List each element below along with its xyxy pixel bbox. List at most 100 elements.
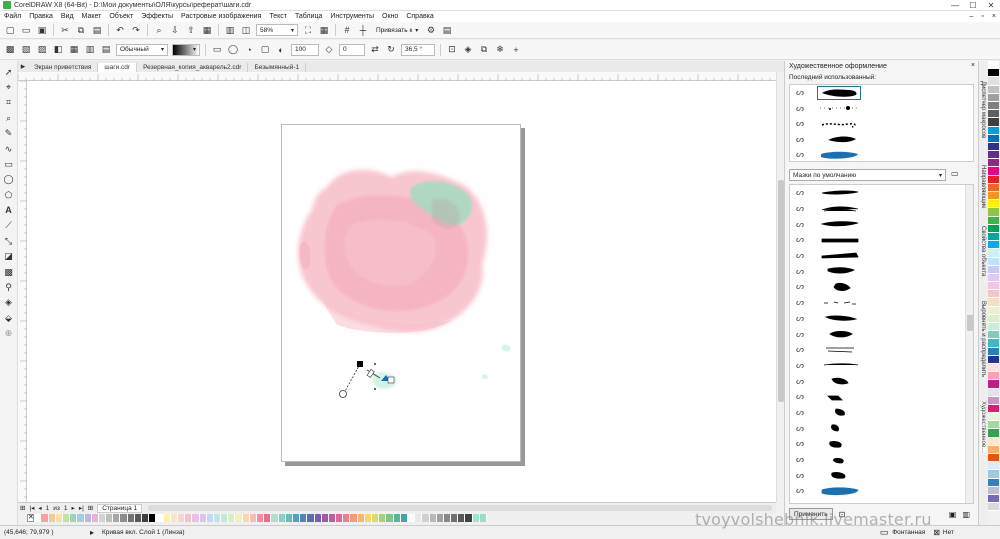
- color-swatch[interactable]: [48, 514, 56, 522]
- list-item[interactable]: ᔕ: [790, 452, 973, 468]
- node-transparency-field[interactable]: 100: [291, 43, 319, 56]
- brush-preset-select[interactable]: Мазки по умолчанию: [789, 169, 946, 181]
- edit-transparency-icon[interactable]: ▩: [4, 44, 16, 56]
- menu-view[interactable]: Вид: [57, 13, 78, 20]
- color-swatch[interactable]: [62, 514, 71, 522]
- shape-tool-icon[interactable]: ⌖: [3, 81, 15, 93]
- conical-fountain-icon[interactable]: ◔: [243, 44, 255, 56]
- open-icon[interactable]: ▭: [20, 24, 32, 36]
- linear-fountain-icon[interactable]: ▭: [211, 44, 223, 56]
- color-swatch[interactable]: [314, 514, 322, 522]
- crop-tool-icon[interactable]: ⌗: [3, 96, 15, 108]
- list-item[interactable]: ᔕ: [790, 420, 973, 436]
- color-swatch[interactable]: [300, 514, 308, 522]
- add-icon[interactable]: +: [510, 44, 522, 56]
- full-screen-preview-icon[interactable]: ⛶: [302, 24, 314, 36]
- color-swatch[interactable]: [213, 514, 222, 522]
- next-page-icon[interactable]: ▸: [72, 504, 75, 512]
- menu-tools[interactable]: Инструменты: [326, 13, 378, 20]
- color-swatch[interactable]: [249, 514, 257, 522]
- freehand-tool-icon[interactable]: ✎: [3, 127, 15, 139]
- color-swatch[interactable]: [120, 514, 128, 522]
- color-swatch[interactable]: [156, 514, 164, 522]
- list-item[interactable]: ᔕ: [790, 342, 973, 358]
- artistic-media-tool-icon[interactable]: ∿: [3, 143, 15, 155]
- color-swatch[interactable]: [235, 514, 243, 522]
- color-swatch[interactable]: [988, 265, 999, 274]
- list-item[interactable]: ᔕ: [790, 201, 973, 217]
- list-item[interactable]: ᔕ: [790, 147, 973, 161]
- connector-tool-icon[interactable]: ⤡: [3, 235, 15, 247]
- text-tool-icon[interactable]: A: [3, 204, 15, 216]
- color-swatch[interactable]: [343, 514, 351, 522]
- parallel-dimension-tool-icon[interactable]: ⟋: [3, 219, 15, 231]
- doc-close-button[interactable]: ×: [988, 13, 1000, 20]
- color-swatch[interactable]: [206, 514, 214, 522]
- list-item[interactable]: ᔕ: [790, 311, 973, 327]
- color-eyedropper-tool-icon[interactable]: ⚲: [3, 281, 15, 293]
- add-page-end-icon[interactable]: ⊞: [88, 504, 93, 512]
- launch-icon[interactable]: ▤: [441, 24, 453, 36]
- color-swatch[interactable]: [988, 355, 999, 364]
- maximize-button[interactable]: ☐: [964, 1, 982, 10]
- color-swatch[interactable]: [98, 514, 107, 522]
- tab-macro-manager[interactable]: Диспетчер макросов: [980, 81, 986, 138]
- node-position-icon[interactable]: ◇: [323, 44, 335, 56]
- color-swatch[interactable]: [988, 363, 999, 373]
- color-swatch[interactable]: [55, 514, 63, 522]
- color-swatch[interactable]: [988, 429, 999, 438]
- tab-object-properties[interactable]: Свойства объекта: [980, 226, 986, 276]
- list-item[interactable]: ᔕ: [790, 295, 973, 311]
- scrollbar-thumb[interactable]: [967, 315, 973, 331]
- color-swatch[interactable]: [134, 514, 142, 522]
- color-swatch[interactable]: [321, 514, 329, 522]
- pick-tool-icon[interactable]: ➚: [3, 66, 15, 78]
- color-swatch[interactable]: [988, 208, 999, 217]
- menu-table[interactable]: Таблица: [291, 13, 326, 20]
- color-swatch[interactable]: [264, 514, 272, 522]
- color-swatch[interactable]: [142, 514, 150, 522]
- play-icon[interactable]: ▸: [90, 528, 94, 537]
- color-swatch[interactable]: [465, 514, 473, 522]
- color-swatch[interactable]: [393, 514, 401, 522]
- snap-to-dropdown[interactable]: Привязать к: [373, 24, 421, 36]
- paste-icon[interactable]: ▤: [91, 24, 103, 36]
- reverse-icon[interactable]: ⇄: [369, 44, 381, 56]
- color-swatch[interactable]: [285, 514, 293, 522]
- color-swatch[interactable]: [163, 514, 171, 522]
- color-swatch[interactable]: [41, 514, 49, 522]
- color-swatch[interactable]: [988, 421, 999, 430]
- tab-artistic-media[interactable]: Художественное...: [980, 401, 986, 453]
- copy-icon[interactable]: ⧉: [75, 24, 87, 36]
- color-swatch[interactable]: [113, 514, 121, 522]
- menu-layout[interactable]: Макет: [78, 13, 106, 20]
- list-item[interactable]: ᔕ: [790, 232, 973, 248]
- color-swatch[interactable]: [988, 118, 999, 127]
- list-item[interactable]: ᔕ: [790, 85, 973, 101]
- color-swatch[interactable]: [357, 514, 365, 522]
- polygon-tool-icon[interactable]: ⬠: [3, 189, 15, 201]
- color-swatch[interactable]: [400, 514, 408, 522]
- color-swatch[interactable]: [988, 404, 999, 414]
- color-swatch[interactable]: [242, 514, 250, 522]
- bitmap-pattern-transparency-icon[interactable]: ▥: [84, 44, 96, 56]
- transparency-handles[interactable]: [339, 361, 395, 398]
- color-swatch[interactable]: [988, 110, 999, 119]
- color-swatch[interactable]: [988, 224, 999, 233]
- color-swatch[interactable]: [988, 380, 999, 389]
- fountain-transparency-icon[interactable]: ◧: [52, 44, 64, 56]
- color-swatch[interactable]: [988, 85, 999, 94]
- list-item[interactable]: ᔕ: [790, 436, 973, 452]
- corel-connect-icon[interactable]: ◫: [240, 24, 252, 36]
- color-swatch[interactable]: [988, 232, 999, 242]
- free-scale-icon[interactable]: ⊡: [446, 44, 458, 56]
- rectangle-tool-icon[interactable]: ▭: [3, 158, 15, 170]
- color-swatch[interactable]: [451, 514, 459, 522]
- show-grid-icon[interactable]: #: [341, 24, 353, 36]
- zoom-level-select[interactable]: 58%: [256, 24, 298, 36]
- color-swatch[interactable]: [988, 413, 999, 422]
- color-swatch[interactable]: [988, 257, 999, 266]
- menu-object[interactable]: Объект: [105, 13, 137, 20]
- color-swatch[interactable]: [257, 514, 265, 522]
- transform-icon[interactable]: ◈: [462, 44, 474, 56]
